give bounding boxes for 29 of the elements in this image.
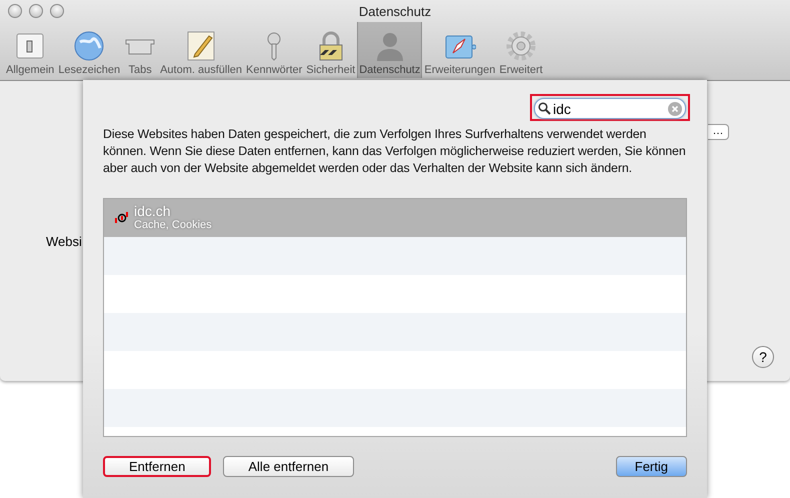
- window-control-button[interactable]: [8, 4, 22, 18]
- window-title: Datenschutz: [358, 4, 432, 18]
- notepad-pencil-icon: [185, 30, 218, 62]
- clear-icon[interactable]: [668, 102, 682, 116]
- done-button[interactable]: Fertig: [616, 456, 687, 477]
- toolbar-tab[interactable]: Tabs: [122, 22, 158, 78]
- toolbar-tab[interactable]: Datenschutz: [357, 22, 422, 78]
- toolbar-tab[interactable]: Allgemein: [4, 22, 56, 78]
- website-name: idc.ch: [134, 204, 172, 219]
- description-text: Diese Websites haben Daten gespeichert, die zum Verfolgen Ihres Surfverhaltens verwendet werden können. Wenn Sie diese Daten entfernen, kann das Verfolgen möglicherweise reduziert werden, Sie können aber auch von der Website abgemeldet werden oder das Verhalten der Website kann sich ändern.: [103, 126, 687, 177]
- help-button[interactable]: ?: [752, 346, 774, 368]
- search-field[interactable]: idc: [534, 98, 686, 119]
- details-button[interactable]: …: [708, 124, 729, 140]
- gear-icon: [505, 30, 538, 62]
- toolbar-tab[interactable]: Erweitert: [497, 22, 545, 78]
- websites-label: Websi: [46, 234, 82, 249]
- remove-button[interactable]: Alle entfernen: [223, 456, 354, 477]
- toolbar-tab[interactable]: Sicherheit: [304, 22, 358, 78]
- toolbar-tab[interactable]: Kennwörter: [244, 22, 304, 78]
- toolbar-tab[interactable]: Lesezeichen: [56, 22, 122, 78]
- website-data-types: Cache, Cookies: [134, 219, 212, 232]
- window-control-button[interactable]: [50, 4, 64, 18]
- cookie-icon: [115, 211, 129, 225]
- globe-icon: [73, 30, 106, 62]
- toolbar-tab[interactable]: Erweiterungen: [422, 22, 498, 78]
- search-icon: [538, 102, 551, 115]
- toolbar-tab[interactable]: Autom. ausfüllen: [158, 22, 244, 78]
- window-control-button[interactable]: [29, 4, 43, 18]
- remove-button[interactable]: Entfernen: [103, 456, 212, 477]
